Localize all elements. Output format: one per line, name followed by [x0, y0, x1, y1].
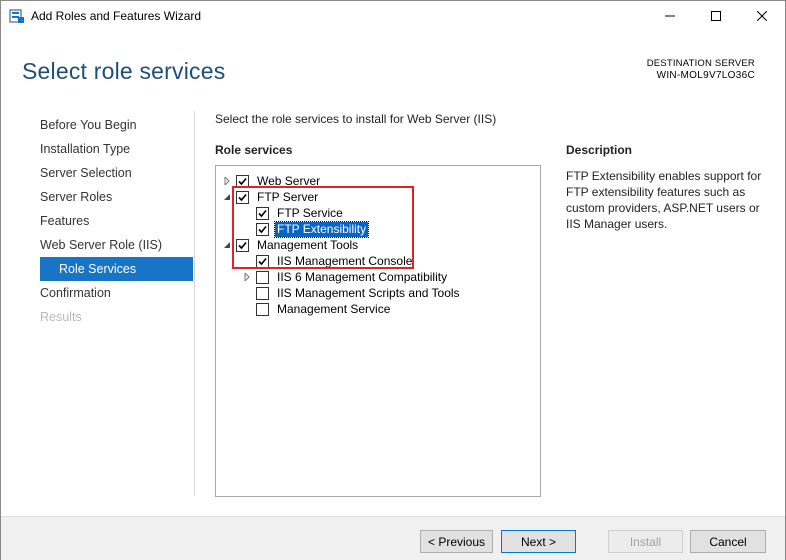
nav-item-server-roles[interactable]: Server Roles [32, 185, 193, 209]
maximize-icon [711, 10, 721, 24]
expand-arrow-icon[interactable] [222, 176, 232, 186]
tree-label-iis6-compat: IIS 6 Management Compatibility [277, 269, 448, 284]
close-icon [756, 10, 768, 24]
nav-item-web-server-role[interactable]: Web Server Role (IIS) [32, 233, 193, 257]
checkbox-iis6-compat[interactable] [256, 270, 269, 284]
server-manager-icon [9, 8, 25, 24]
title-bar[interactable]: Add Roles and Features Wizard [1, 1, 785, 32]
nav-item-before-you-begin[interactable]: Before You Begin [32, 113, 193, 137]
nav-item-installation-type[interactable]: Installation Type [32, 137, 193, 161]
description-heading: Description [566, 143, 633, 157]
instruction-text: Select the role services to install for … [215, 112, 497, 126]
close-button[interactable] [739, 1, 785, 32]
minimize-button[interactable] [647, 1, 693, 32]
tree-row-management-service[interactable]: Management Service [242, 301, 392, 317]
maximize-button[interactable] [693, 1, 739, 32]
nav-item-results: Results [40, 310, 82, 324]
tree-label-management-service: Management Service [277, 301, 391, 316]
tree-row-iis-scripts-tools[interactable]: IIS Management Scripts and Tools [242, 285, 462, 301]
wizard-footer: < Previous Next > Install Cancel [1, 516, 785, 560]
cancel-button[interactable]: Cancel [690, 530, 766, 553]
page-title: Select role services [22, 58, 226, 84]
wizard-window: Add Roles and Features Wizard Select rol… [0, 0, 786, 560]
nav-divider [194, 111, 195, 496]
checkbox-iis-scripts-tools[interactable] [256, 286, 269, 300]
nav-item-role-services[interactable]: Role Services [40, 257, 193, 281]
role-services-heading: Role services [215, 143, 293, 157]
nav-item-server-selection[interactable]: Server Selection [32, 161, 193, 185]
wizard-nav: Before You Begin Installation Type Serve… [32, 113, 193, 329]
nav-item-features[interactable]: Features [32, 209, 193, 233]
red-highlight-annotation [232, 186, 414, 269]
window-title: Add Roles and Features Wizard [31, 9, 202, 23]
install-button[interactable]: Install [608, 530, 683, 553]
description-text: FTP Extensibility enables support for FT… [566, 169, 762, 231]
collapse-arrow-icon[interactable] [222, 192, 232, 202]
destination-server-name: WIN-MOL9V7LO36C [656, 70, 755, 81]
tree-label-iis-scripts-tools: IIS Management Scripts and Tools [277, 285, 460, 300]
nav-item-confirmation[interactable]: Confirmation [32, 281, 193, 305]
destination-server-label: DESTINATION SERVER [646, 58, 755, 69]
collapse-arrow-icon[interactable] [222, 240, 232, 250]
minimize-icon [665, 10, 675, 24]
tree-row-iis6-compat[interactable]: IIS 6 Management Compatibility [242, 269, 449, 285]
next-button[interactable]: Next > [501, 530, 576, 553]
previous-button[interactable]: < Previous [420, 530, 493, 553]
expand-arrow-icon[interactable] [242, 272, 252, 282]
checkbox-management-service[interactable] [256, 302, 269, 316]
